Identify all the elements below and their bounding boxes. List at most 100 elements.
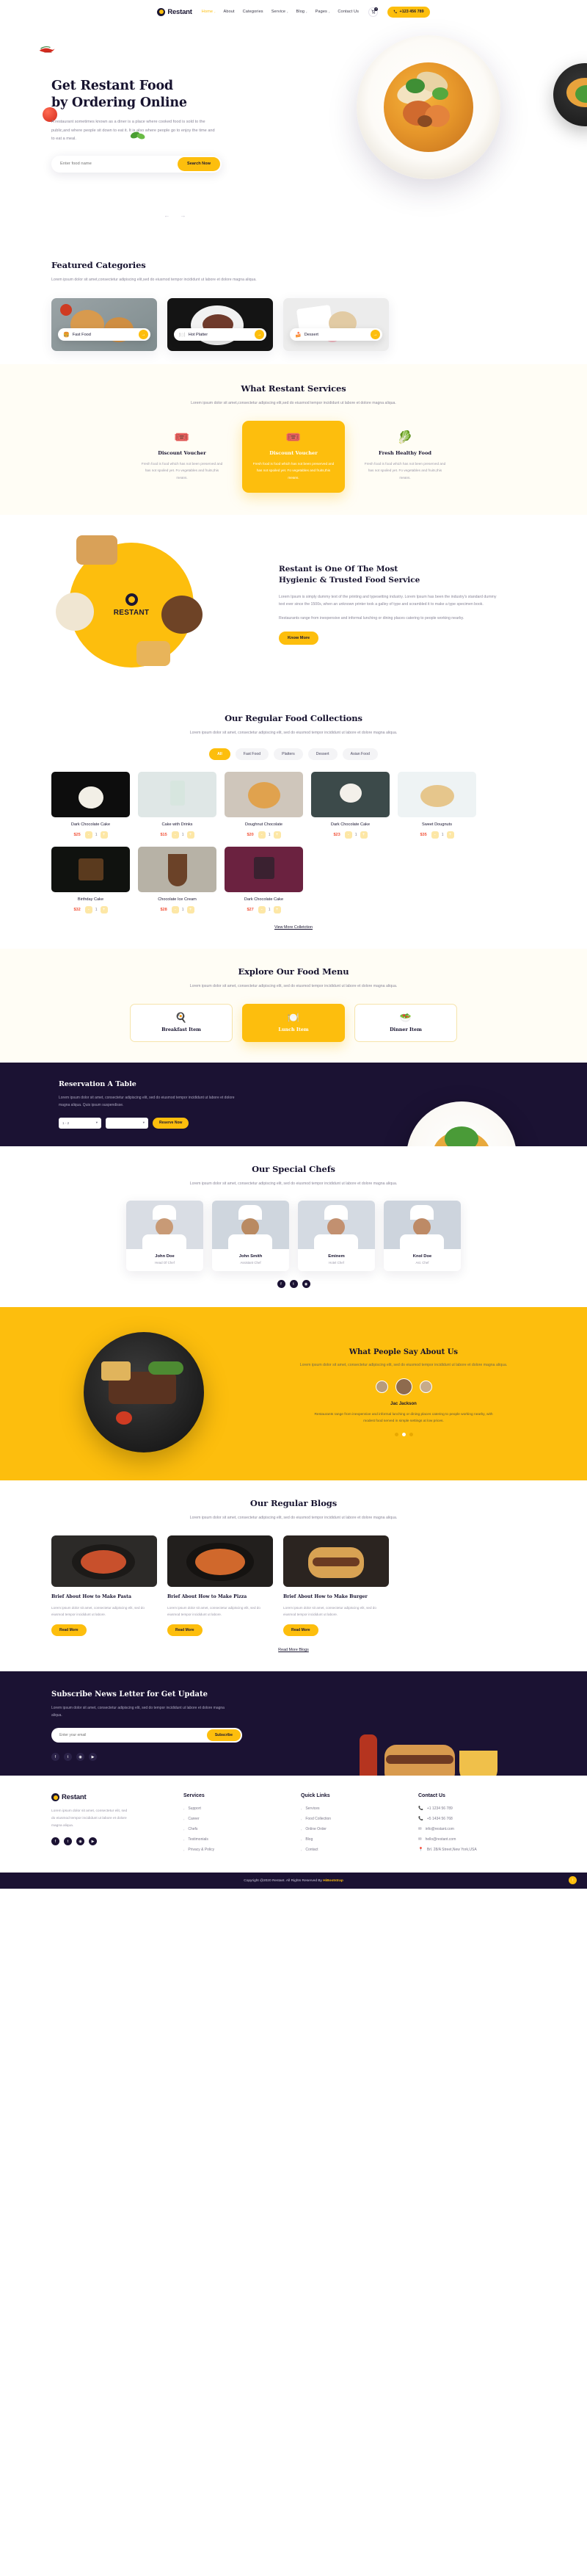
facebook-icon[interactable]: f: [51, 1753, 59, 1762]
people-select[interactable]: 1 - 2 ▾: [59, 1117, 101, 1129]
product-card[interactable]: Dark Chocolate Cake $23 - 1 +: [311, 772, 390, 839]
product-card[interactable]: Sweet Dougnuts $35 - 1 +: [398, 772, 476, 839]
qty-increase-button[interactable]: +: [273, 831, 281, 839]
product-card[interactable]: Dark Chocolate Cake $27 - 1 +: [225, 847, 303, 914]
site-logo[interactable]: Restant: [157, 7, 192, 16]
instagram-icon[interactable]: ◉: [76, 1753, 84, 1762]
product-card[interactable]: Dark Chocolate Cake $25 - 1 +: [51, 772, 130, 839]
hero-prev-button[interactable]: ←: [163, 211, 171, 220]
qty-decrease-button[interactable]: -: [171, 831, 179, 839]
footer-link-privacy-policy[interactable]: › Privacy & Policy: [183, 1848, 301, 1852]
footer-contact-phone-1[interactable]: 📞 +1 1234 56 789: [418, 1806, 536, 1811]
reserve-now-button[interactable]: Reserve Now: [153, 1117, 189, 1129]
footer-link-contact[interactable]: › Contact: [301, 1848, 418, 1852]
menu-card-dinner[interactable]: 🥗 Dinner Item: [354, 1003, 457, 1042]
qty-decrease-button[interactable]: -: [431, 831, 439, 839]
qty-increase-button[interactable]: +: [446, 831, 454, 839]
date-select[interactable]: ▾: [106, 1117, 148, 1129]
chef-card[interactable]: Eminem Hotel Chef: [298, 1201, 375, 1272]
nav-item-blog[interactable]: Blog ›: [296, 10, 307, 14]
blog-card[interactable]: Brief About How to Make Pizza Lorem ipsu…: [167, 1535, 273, 1637]
footer-contact-address[interactable]: 📍 Brl. 28/A Street,New York,USA: [418, 1848, 536, 1852]
search-input[interactable]: [60, 162, 178, 167]
product-card[interactable]: Cake with Drinks $15 - 1 +: [138, 772, 216, 839]
category-go-button[interactable]: →: [371, 330, 380, 340]
category-go-button[interactable]: →: [255, 330, 264, 340]
qty-increase-button[interactable]: +: [100, 831, 108, 839]
footer-link-online-order[interactable]: › Online Order: [301, 1827, 418, 1831]
menu-card-lunch[interactable]: 🍽️ Lunch Item: [242, 1003, 345, 1042]
carousel-dot[interactable]: [394, 1433, 398, 1437]
qty-increase-button[interactable]: +: [360, 831, 368, 839]
chef-card[interactable]: John Smith Assistant Chef: [212, 1201, 289, 1272]
footer-link-blog[interactable]: › Blog: [301, 1837, 418, 1842]
product-card[interactable]: Chocolate Ice Cream $28 - 1 +: [138, 847, 216, 914]
category-card-dessert[interactable]: 🍰 Dessert →: [283, 298, 389, 352]
nav-item-service[interactable]: Service ›: [271, 10, 288, 14]
twitter-icon[interactable]: t: [64, 1753, 72, 1762]
footer-link-testimonials[interactable]: › Testimonials: [183, 1837, 301, 1842]
chef-card[interactable]: John Doe Head Of Chef: [126, 1201, 203, 1272]
tab-fast-food[interactable]: Fast Food: [235, 748, 269, 761]
tab-dessert[interactable]: Dessert: [307, 748, 338, 761]
twitter-icon[interactable]: t: [64, 1837, 72, 1846]
newsletter-email-input[interactable]: [59, 1733, 207, 1738]
product-card[interactable]: Doughnut Chocolate $20 - 1 +: [225, 772, 303, 839]
nav-item-contact-us[interactable]: Contact Us: [338, 10, 359, 14]
qty-decrease-button[interactable]: -: [171, 906, 179, 914]
carousel-dot-active[interactable]: [401, 1433, 406, 1437]
qty-increase-button[interactable]: +: [186, 906, 194, 914]
read-more-blogs-button[interactable]: Read More Blogs: [278, 1648, 309, 1652]
footer-contact-email-1[interactable]: ✉ info@restant.com: [418, 1827, 536, 1831]
footer-contact-email-2[interactable]: ✉ hello@restant.com: [418, 1837, 536, 1842]
blog-card[interactable]: Brief About How to Make Burger Lorem ips…: [283, 1535, 389, 1637]
category-card-hot-platter[interactable]: 🍽️ Hot Platter →: [167, 298, 273, 352]
category-go-button[interactable]: →: [139, 330, 148, 340]
blog-read-more-button[interactable]: Read More: [283, 1624, 318, 1637]
qty-decrease-button[interactable]: -: [258, 831, 266, 839]
facebook-icon[interactable]: f: [51, 1837, 59, 1846]
carousel-dot[interactable]: [409, 1433, 413, 1437]
footer-link-support[interactable]: › Support: [183, 1806, 301, 1811]
instagram-icon[interactable]: ◉: [302, 1280, 310, 1289]
blog-card[interactable]: Brief About How to Make Pasta Lorem ipsu…: [51, 1535, 157, 1637]
service-card-fresh-healthy-food[interactable]: 🥬 Fresh Healthy Food Fresh food is food …: [354, 421, 456, 493]
instagram-icon[interactable]: ◉: [76, 1837, 84, 1846]
twitter-icon[interactable]: t: [289, 1280, 298, 1289]
footer-link-food-collection[interactable]: › Food Collection: [301, 1817, 418, 1821]
avatar[interactable]: [375, 1380, 388, 1393]
avatar[interactable]: [419, 1380, 432, 1393]
nav-item-about[interactable]: About: [224, 10, 235, 14]
nav-item-pages[interactable]: Pages ›: [316, 10, 330, 14]
product-card[interactable]: Birthday Cake $32 - 1 +: [51, 847, 130, 914]
qty-decrease-button[interactable]: -: [344, 831, 352, 839]
footer-logo[interactable]: Restant: [51, 1793, 183, 1802]
blog-read-more-button[interactable]: Read More: [51, 1624, 87, 1637]
footer-contact-phone-2[interactable]: 📞 +5 1434 56 768: [418, 1817, 536, 1821]
service-card-discount-voucher-1[interactable]: 🎟️ Discount Voucher Fresh food is food w…: [131, 421, 233, 493]
phone-button[interactable]: +123 456 789: [387, 6, 430, 18]
nav-item-categories[interactable]: Categories: [243, 10, 263, 14]
chef-card[interactable]: Knol Doe Ast. Chef: [384, 1201, 461, 1272]
view-more-collection-button[interactable]: View More Colletction: [274, 925, 313, 930]
footer-link-chefs[interactable]: › Chefs: [183, 1827, 301, 1831]
back-to-top-button[interactable]: ↑: [569, 1876, 577, 1885]
tab-asian-food[interactable]: Asian Food: [342, 748, 378, 761]
qty-decrease-button[interactable]: -: [84, 831, 92, 839]
tab-platters[interactable]: Platters: [274, 748, 303, 761]
qty-increase-button[interactable]: +: [273, 906, 281, 914]
qty-increase-button[interactable]: +: [100, 906, 108, 914]
category-card-fast-food[interactable]: 🍔 Fast Food →: [51, 298, 157, 352]
footer-link-services[interactable]: › Services: [301, 1806, 418, 1811]
youtube-icon[interactable]: ▶: [89, 1837, 97, 1846]
tab-all[interactable]: All: [209, 748, 230, 761]
cart-button[interactable]: 0: [368, 7, 379, 17]
qty-decrease-button[interactable]: -: [258, 906, 266, 914]
hero-next-button[interactable]: →: [179, 211, 187, 220]
subscribe-button[interactable]: Subscribe: [206, 1729, 241, 1742]
blog-read-more-button[interactable]: Read More: [167, 1624, 203, 1637]
service-card-discount-voucher-2[interactable]: 🎟️ Discount Voucher Fresh food is food w…: [242, 420, 345, 493]
footer-link-career[interactable]: › Career: [183, 1817, 301, 1821]
qty-increase-button[interactable]: +: [186, 831, 194, 839]
facebook-icon[interactable]: f: [277, 1280, 285, 1289]
